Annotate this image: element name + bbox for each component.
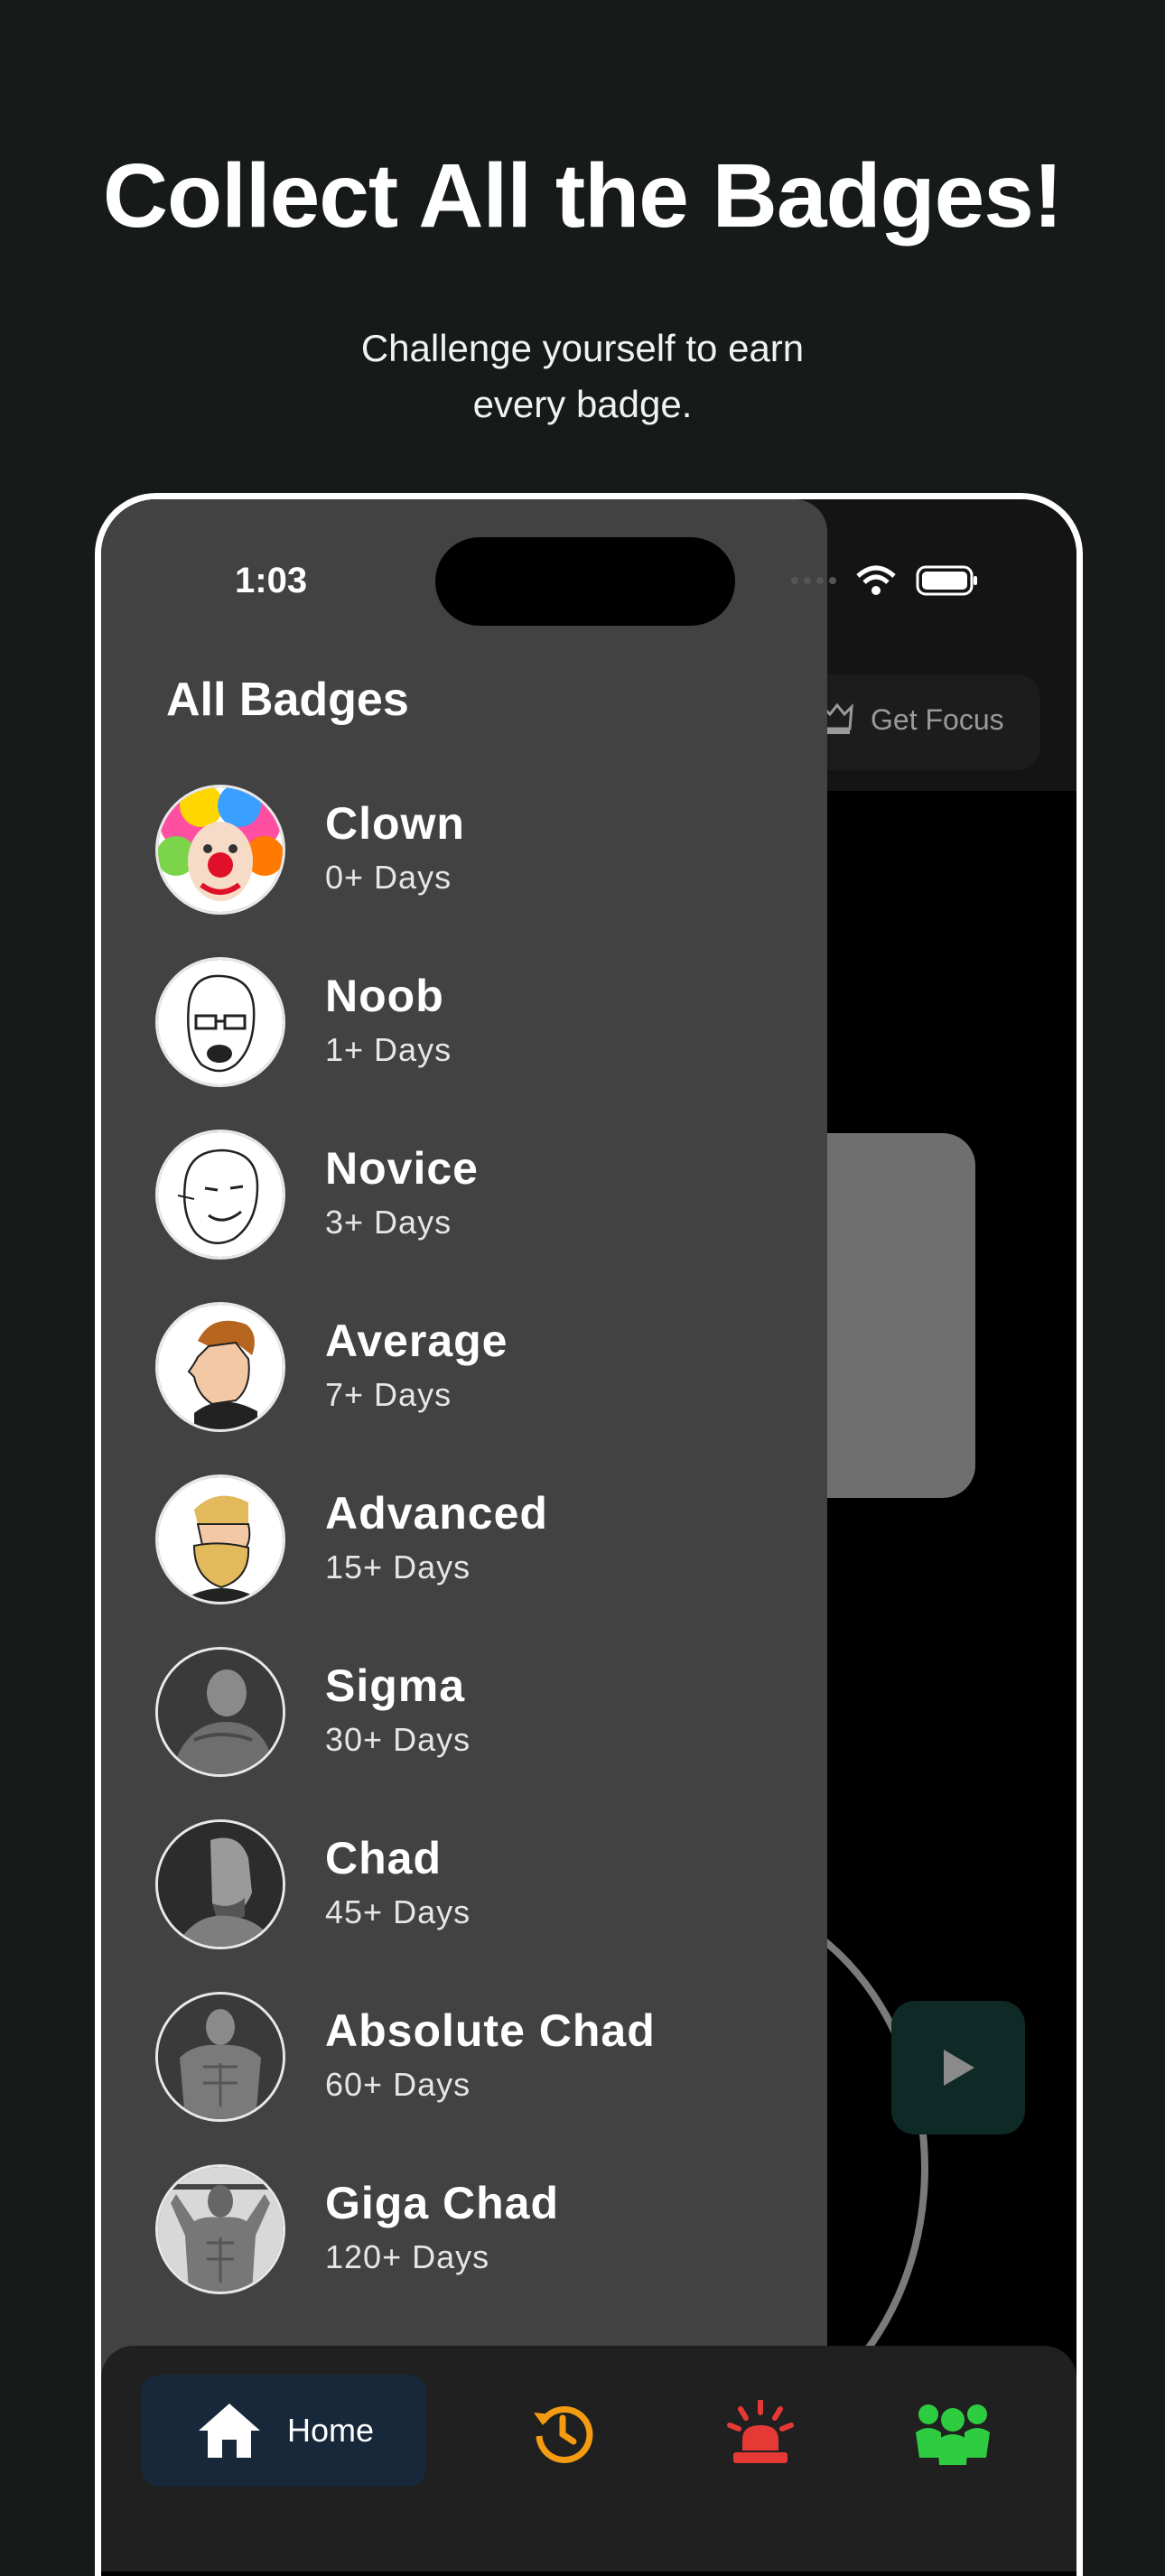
badge-days: 15+ Days [325, 1548, 471, 1586]
sigma-avatar [155, 1647, 285, 1777]
wifi-icon [856, 565, 896, 595]
list-item[interactable]: Noob 1+ Days [155, 957, 806, 1130]
badge-name: Clown [325, 798, 465, 849]
novice-avatar [155, 1130, 285, 1260]
promo-subline: Challenge yourself to earn every badge. [360, 327, 805, 425]
badge-name: Average [325, 1316, 508, 1366]
drawer-title: All Badges [166, 674, 409, 726]
bottom-nav: Home [101, 2346, 1076, 2571]
status-time: 1:03 [235, 561, 308, 600]
get-focus-label: Get Focus [871, 703, 1004, 736]
badge-days: 120+ Days [325, 2238, 490, 2275]
badge-name: Advanced [325, 1488, 548, 1539]
chad-avatar [155, 1819, 285, 1949]
list-item[interactable]: Chad 45+ Days [155, 1819, 806, 1992]
badge-days: 60+ Days [325, 2066, 471, 2103]
badge-name: Novice [325, 1143, 479, 1194]
badge-name: Giga Chad [325, 2178, 560, 2228]
noob-avatar [155, 957, 285, 1087]
list-item[interactable]: Sigma 30+ Days [155, 1647, 806, 1819]
giga-chad-avatar [155, 2164, 285, 2294]
badge-days: 0+ Days [325, 859, 452, 896]
home-icon [199, 2404, 260, 2458]
badge-days: 7+ Days [325, 1376, 452, 1413]
list-item[interactable]: Advanced 15+ Days [155, 1474, 806, 1647]
play-icon [944, 2050, 974, 2086]
advanced-avatar [155, 1474, 285, 1604]
list-item[interactable]: Novice 3+ Days [155, 1130, 806, 1302]
battery-icon [916, 565, 977, 596]
badge-days: 30+ Days [325, 1721, 471, 1758]
absolute-chad-avatar [155, 1992, 285, 2122]
badge-days: 3+ Days [325, 1204, 452, 1241]
phone-frame: Get Focus 1:03 All Badges Clown 0+ Days … [95, 493, 1083, 2576]
badges-drawer: 1:03 All Badges Clown 0+ Days Noob 1+ Da… [101, 499, 827, 2513]
play-button[interactable] [891, 2001, 1025, 2134]
nav-home-button[interactable]: Home [141, 2375, 426, 2487]
nav-home-label: Home [287, 2412, 375, 2449]
badge-days: 45+ Days [325, 1893, 471, 1930]
signal-icon [791, 577, 836, 584]
list-item[interactable]: Giga Chad 120+ Days [155, 2164, 806, 2337]
badge-list: Clown 0+ Days Noob 1+ Days Novice 3+ Day… [155, 785, 806, 2337]
clown-avatar [155, 785, 285, 915]
average-avatar [155, 1302, 285, 1432]
badge-days: 1+ Days [325, 1031, 452, 1068]
list-item[interactable]: Clown 0+ Days [155, 785, 806, 957]
dynamic-island [435, 537, 735, 626]
badge-name: Chad [325, 1833, 442, 1883]
list-item[interactable]: Average 7+ Days [155, 1302, 806, 1474]
alarm-icon[interactable] [724, 2400, 797, 2465]
history-icon[interactable] [530, 2400, 595, 2465]
badge-name: Absolute Chad [325, 2005, 656, 2056]
badge-name: Noob [325, 971, 444, 1021]
promo-headline: Collect All the Badges! [102, 145, 1063, 246]
community-icon[interactable] [914, 2400, 992, 2465]
list-item[interactable]: Absolute Chad 60+ Days [155, 1992, 806, 2164]
status-icons [791, 564, 979, 597]
badge-name: Sigma [325, 1660, 466, 1711]
